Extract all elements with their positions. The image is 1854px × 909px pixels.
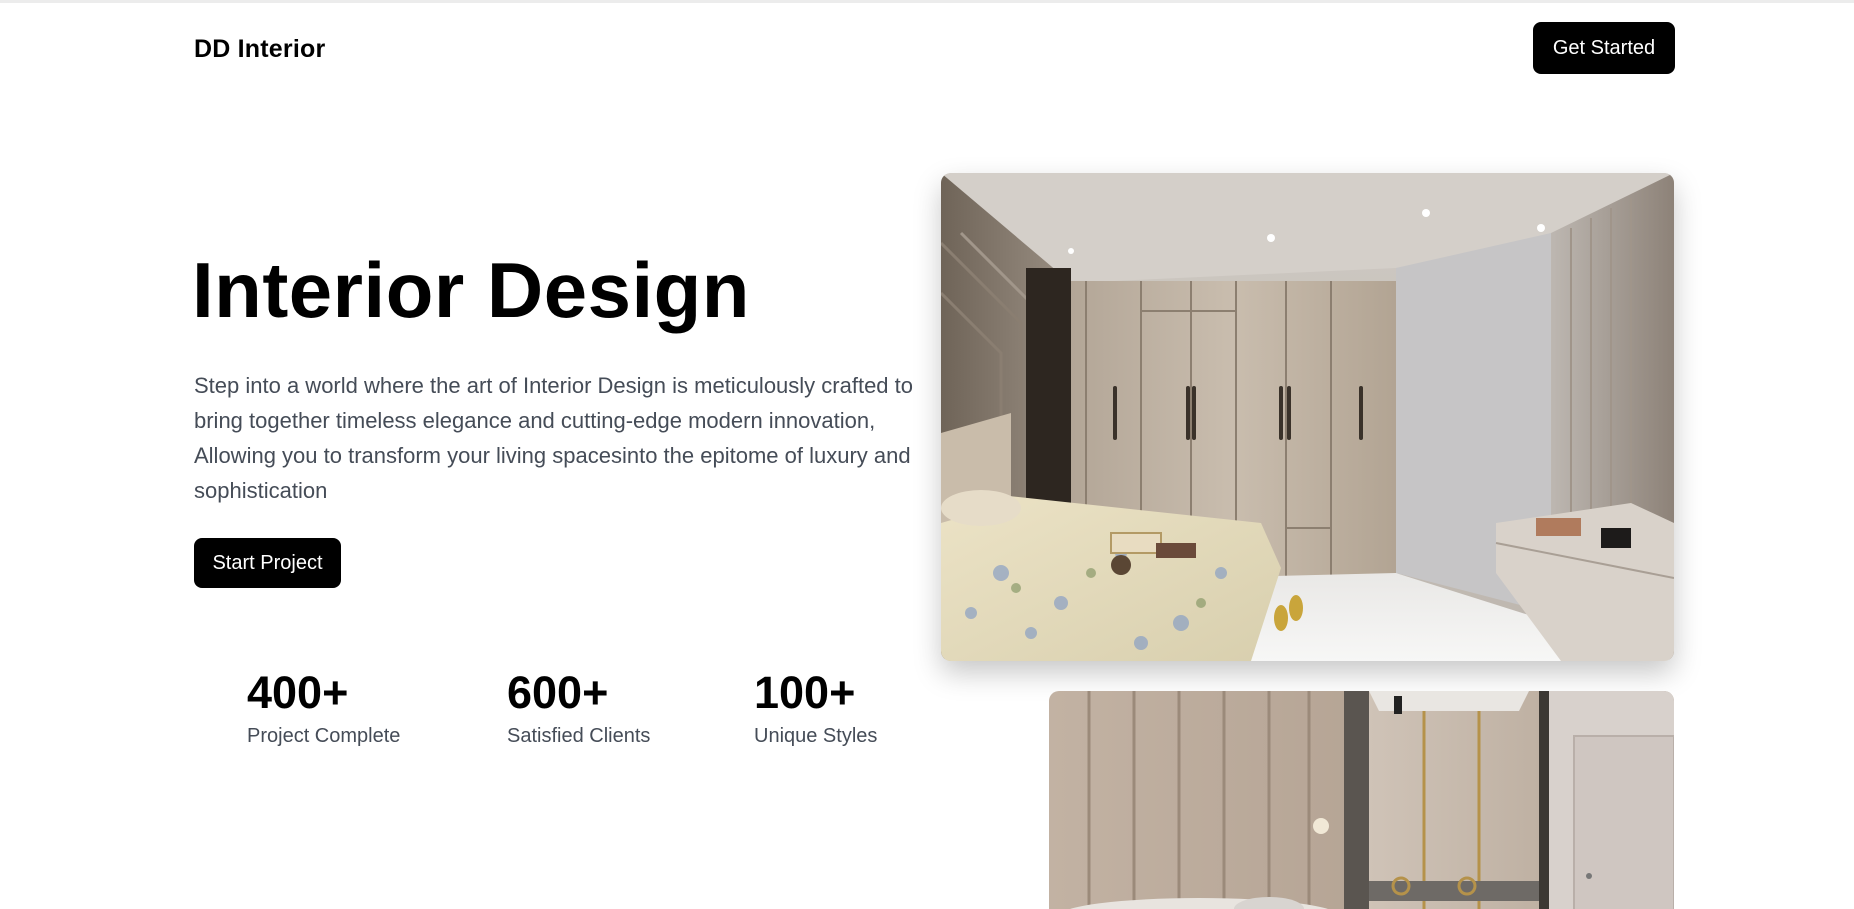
hero-title: Interior Design <box>192 246 750 334</box>
hero-description: Step into a world where the art of Inter… <box>194 373 914 503</box>
get-started-button[interactable]: Get Started <box>1533 22 1675 74</box>
start-project-button[interactable]: Start Project <box>194 538 341 588</box>
bedroom-headboard-photo <box>1049 691 1674 909</box>
stat-label: Unique Styles <box>754 725 878 747</box>
stat-label: Project Complete <box>247 725 401 747</box>
stat-clients: 600+ Satisfied Clients <box>507 670 650 748</box>
stat-value: 400+ <box>247 667 349 718</box>
stat-value: 100+ <box>754 667 856 718</box>
stat-styles: 100+ Unique Styles <box>754 670 877 748</box>
top-border <box>0 0 1854 3</box>
bedroom-wardrobe-photo <box>941 173 1674 661</box>
stat-projects: 400+ Project Complete <box>247 670 400 748</box>
stat-value: 600+ <box>507 667 609 718</box>
stat-label: Satisfied Clients <box>507 725 651 747</box>
brand-logo[interactable]: DD Interior <box>194 35 325 64</box>
